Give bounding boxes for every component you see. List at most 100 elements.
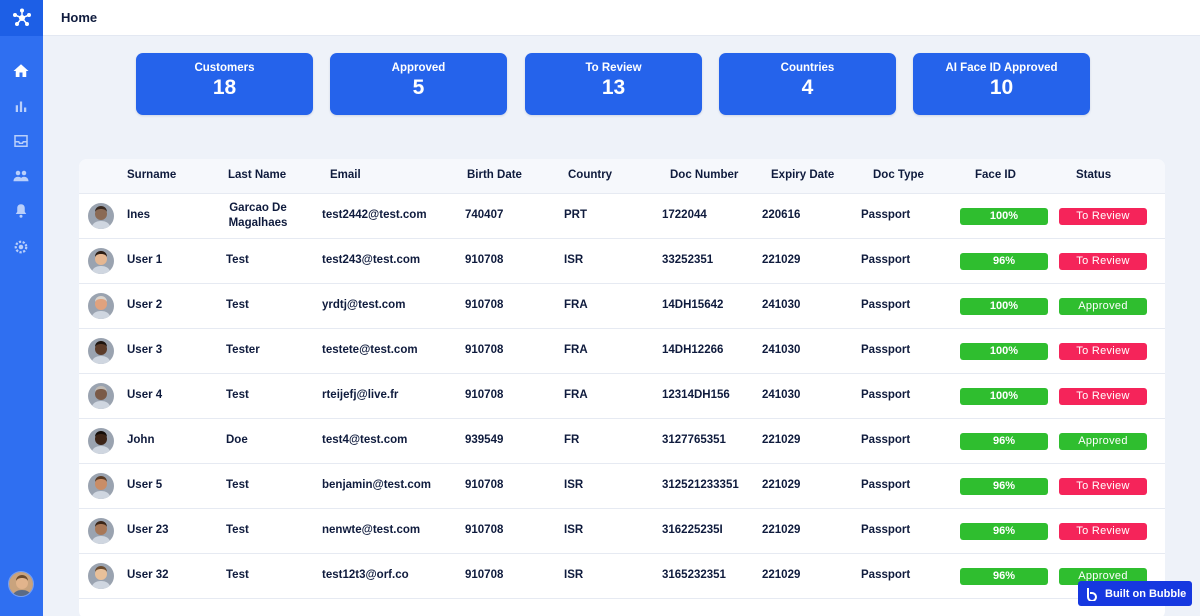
stat-card-customers[interactable]: Customers 18 xyxy=(136,53,313,115)
column-header-status[interactable]: Status xyxy=(1076,169,1111,181)
cell-expiry-date: 221029 xyxy=(762,479,801,491)
cell-doc-number: 12314DH156 xyxy=(662,389,730,401)
cell-surname: User 2 xyxy=(127,299,163,311)
table-row[interactable]: User 5 Test benjamin@test.com 910708 ISR 3125… xyxy=(79,464,1165,509)
app-logo[interactable] xyxy=(0,0,43,36)
cell-email: yrdtj@test.com xyxy=(322,299,406,311)
bell-icon xyxy=(15,204,27,218)
cell-birth-date: 910708 xyxy=(465,569,504,581)
cell-surname: Ines xyxy=(127,209,151,221)
column-header-country[interactable]: Country xyxy=(568,169,612,181)
status-badge[interactable]: To Review xyxy=(1059,253,1147,270)
stat-label: AI Face ID Approved xyxy=(945,62,1058,74)
cell-expiry-date: 241030 xyxy=(762,344,801,356)
status-badge[interactable]: To Review xyxy=(1059,478,1147,495)
face-id-badge: 100% xyxy=(960,343,1048,360)
person-photo-icon xyxy=(88,518,114,544)
face-id-badge: 96% xyxy=(960,253,1048,270)
cell-last-name: Test xyxy=(226,299,249,311)
table-row[interactable]: User 23 Test nenwte@test.com 910708 ISR 31622… xyxy=(79,509,1165,554)
cell-birth-date: 910708 xyxy=(465,344,504,356)
column-header-expiry-date[interactable]: Expiry Date xyxy=(771,169,834,181)
network-logo-icon xyxy=(12,8,31,26)
stat-card-countries[interactable]: Countries 4 xyxy=(719,53,896,115)
stat-card-face-id-approved[interactable]: AI Face ID Approved 10 xyxy=(913,53,1090,115)
status-badge[interactable]: To Review xyxy=(1059,208,1147,225)
cell-doc-number: 1722044 xyxy=(662,209,707,221)
nav-inbox[interactable] xyxy=(10,130,32,152)
stat-value: 10 xyxy=(989,76,1014,99)
cell-last-name: Test xyxy=(226,389,249,401)
status-badge[interactable]: To Review xyxy=(1059,343,1147,360)
cell-birth-date: 740407 xyxy=(465,209,504,221)
stat-card-approved[interactable]: Approved 5 xyxy=(330,53,507,115)
column-header-doc-type[interactable]: Doc Type xyxy=(873,169,924,181)
cell-surname: User 32 xyxy=(127,569,169,581)
customer-photo xyxy=(88,563,114,589)
cell-birth-date: 910708 xyxy=(465,254,504,266)
built-on-bubble-badge[interactable]: Built on Bubble xyxy=(1078,581,1192,606)
user-avatar[interactable] xyxy=(8,571,34,597)
person-avatar-icon xyxy=(9,572,33,596)
table-row[interactable]: Ines Garcao De Magalhaes test2442@test.com… xyxy=(79,194,1165,239)
stat-value: 5 xyxy=(412,76,425,99)
column-header-last-name[interactable]: Last Name xyxy=(228,169,286,181)
nav-home[interactable] xyxy=(10,60,32,82)
status-badge[interactable]: To Review xyxy=(1059,523,1147,540)
cell-country: FR xyxy=(564,434,580,446)
cell-last-name: Test xyxy=(226,569,249,581)
column-header-face-id[interactable]: Face ID xyxy=(975,169,1016,181)
table-row[interactable]: User 4 Test rteijefj@live.fr 910708 FRA 12314… xyxy=(79,374,1165,419)
status-badge[interactable]: To Review xyxy=(1059,388,1147,405)
cell-email: test12t3@orf.co xyxy=(322,569,409,581)
cell-last-name: Tester xyxy=(226,344,260,356)
cell-birth-date: 910708 xyxy=(465,524,504,536)
face-id-badge: 96% xyxy=(960,568,1048,585)
column-header-doc-number[interactable]: Doc Number xyxy=(670,169,738,181)
column-header-surname[interactable]: Surname xyxy=(127,169,176,181)
cell-birth-date: 910708 xyxy=(465,299,504,311)
table-header: Surname Last Name Email Birth Date Count… xyxy=(79,159,1165,194)
table-row[interactable]: User 32 Test test12t3@orf.co 910708 ISR 31652… xyxy=(79,554,1165,599)
bubble-logo-icon xyxy=(1087,587,1097,601)
table-row[interactable]: User 3 Tester testete@test.com 910708 FRA 14D… xyxy=(79,329,1165,374)
cell-doc-type: Passport xyxy=(861,569,911,581)
cell-doc-number: 14DH15642 xyxy=(662,299,724,311)
cell-doc-type: Passport xyxy=(861,209,911,221)
cell-country: FRA xyxy=(564,344,588,356)
cell-doc-type: Passport xyxy=(861,299,911,311)
nav-settings[interactable] xyxy=(10,236,32,258)
face-id-badge: 96% xyxy=(960,478,1048,495)
cell-doc-type: Passport xyxy=(861,479,911,491)
customer-photo xyxy=(88,473,114,499)
cell-doc-type: Passport xyxy=(861,434,911,446)
cell-country: PRT xyxy=(564,209,587,221)
column-header-email[interactable]: Email xyxy=(330,169,361,181)
person-photo-icon xyxy=(88,563,114,589)
column-header-birth-date[interactable]: Birth Date xyxy=(467,169,522,181)
cell-last-name: Garcao De Magalhaes xyxy=(228,202,288,229)
status-badge[interactable]: Approved xyxy=(1059,433,1147,450)
nav-users[interactable] xyxy=(10,165,32,187)
cell-email: benjamin@test.com xyxy=(322,479,431,491)
customer-photo xyxy=(88,428,114,454)
cell-country: ISR xyxy=(564,254,584,266)
status-badge[interactable]: Approved xyxy=(1059,298,1147,315)
cell-email: test2442@test.com xyxy=(322,209,427,221)
person-photo-icon xyxy=(88,338,114,364)
stat-card-to-review[interactable]: To Review 13 xyxy=(525,53,702,115)
cell-doc-number: 3127765351 xyxy=(662,434,726,446)
nav-notifications[interactable] xyxy=(10,200,32,222)
table-row[interactable]: User 1 Test test243@test.com 910708 ISR 33252… xyxy=(79,239,1165,284)
cell-country: FRA xyxy=(564,389,588,401)
cell-birth-date: 910708 xyxy=(465,479,504,491)
cell-expiry-date: 221029 xyxy=(762,254,801,266)
table-row[interactable]: John Doe test4@test.com 939549 FR 3127765351 2… xyxy=(79,419,1165,464)
table-row[interactable]: User 2 Test yrdtj@test.com 910708 FRA 14DH156… xyxy=(79,284,1165,329)
nav-analytics[interactable] xyxy=(10,95,32,117)
customer-photo xyxy=(88,383,114,409)
cell-expiry-date: 220616 xyxy=(762,209,801,221)
sidebar xyxy=(0,0,43,616)
home-icon xyxy=(13,64,29,77)
cell-surname: User 5 xyxy=(127,479,163,491)
